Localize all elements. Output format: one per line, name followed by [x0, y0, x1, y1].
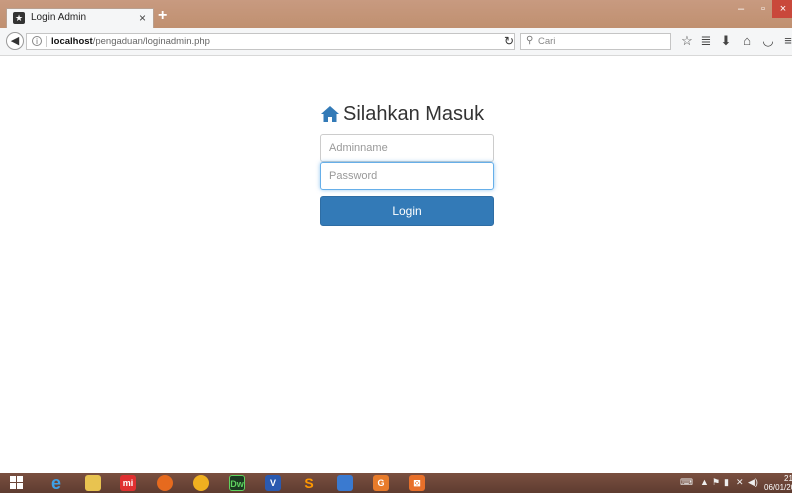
flag-icon[interactable]: ⚑ — [712, 477, 720, 488]
keyboard-icon[interactable]: ⌨ — [680, 477, 693, 488]
browser-title-bar: ★ Login Admin × + – ▫ × — [0, 0, 792, 28]
notepad-app-icon[interactable] — [337, 475, 353, 491]
address-bar[interactable]: i localhost/pengaduan/loginadmin.php — [26, 33, 515, 50]
back-arrow-icon[interactable]: ◀ — [6, 32, 24, 50]
url-path: /pengaduan/loginadmin.php — [92, 36, 210, 47]
page-title: Silahkan Masuk — [343, 103, 485, 125]
browser-toolbar: ◀ i localhost/pengaduan/loginadmin.php ↻… — [0, 28, 792, 56]
search-icon: ⚲ — [526, 35, 534, 46]
firefox-icon[interactable] — [157, 475, 173, 491]
chrome-icon[interactable] — [193, 475, 209, 491]
maximize-button[interactable]: ▫ — [752, 0, 774, 18]
volume-icon[interactable]: ◀) — [748, 477, 758, 488]
xampp-icon[interactable]: ⊠ — [409, 475, 425, 491]
clock-date: 06/01/2017 — [764, 483, 792, 492]
visual-basic-icon[interactable]: V — [265, 475, 281, 491]
info-icon[interactable]: i — [32, 36, 42, 46]
tab-close-icon[interactable]: × — [139, 11, 146, 25]
battery-icon[interactable]: ▮ — [724, 477, 729, 488]
tab-title: Login Admin — [31, 12, 87, 23]
home-icon — [321, 106, 339, 122]
tray-arrow-icon[interactable]: ▲ — [700, 477, 709, 487]
search-bar[interactable]: ⚲ Cari — [520, 33, 671, 50]
clock-time: 21:24 — [784, 474, 792, 483]
download-icon[interactable]: ⬇ — [718, 33, 734, 49]
favicon-icon: ★ — [13, 12, 25, 24]
dreamweaver-icon[interactable]: Dw — [229, 475, 245, 491]
file-explorer-icon[interactable] — [85, 475, 101, 491]
taskbar-clock[interactable]: 21:24 06/01/2017 — [764, 474, 792, 492]
reload-icon[interactable]: ↻ — [504, 34, 514, 48]
close-window-button[interactable]: × — [772, 0, 792, 18]
bookmark-star-icon[interactable]: ☆ — [679, 33, 695, 49]
sublime-text-icon[interactable]: S — [301, 475, 317, 491]
network-icon[interactable]: ✕ — [736, 477, 744, 488]
new-tab-button[interactable]: + — [158, 7, 167, 25]
search-placeholder: Cari — [538, 36, 556, 47]
url-separator — [46, 36, 47, 47]
url-host: localhost — [51, 36, 93, 47]
login-button[interactable]: Login — [320, 196, 494, 226]
browser-tab[interactable]: ★ Login Admin × — [6, 8, 154, 28]
pocket-icon[interactable]: ◡ — [760, 33, 776, 49]
menu-icon[interactable]: ≡ — [780, 33, 792, 48]
windows-start-icon[interactable] — [10, 476, 24, 490]
mi-app-icon[interactable]: mi — [120, 475, 136, 491]
app-g-icon[interactable]: G — [373, 475, 389, 491]
taskbar: e mi Dw V S G ⊠ ⌨ ▲ ⚑ ▮ ✕ ◀) 21:24 06/01… — [0, 473, 792, 493]
home-toolbar-icon[interactable]: ⌂ — [739, 33, 755, 48]
adminname-input[interactable] — [320, 134, 494, 162]
bookmarks-list-icon[interactable]: ≣ — [698, 33, 714, 49]
minimize-button[interactable]: – — [730, 0, 752, 18]
url-text[interactable]: localhost/pengaduan/loginadmin.php — [51, 36, 210, 47]
password-input[interactable] — [320, 162, 494, 190]
internet-explorer-icon[interactable]: e — [48, 474, 64, 492]
